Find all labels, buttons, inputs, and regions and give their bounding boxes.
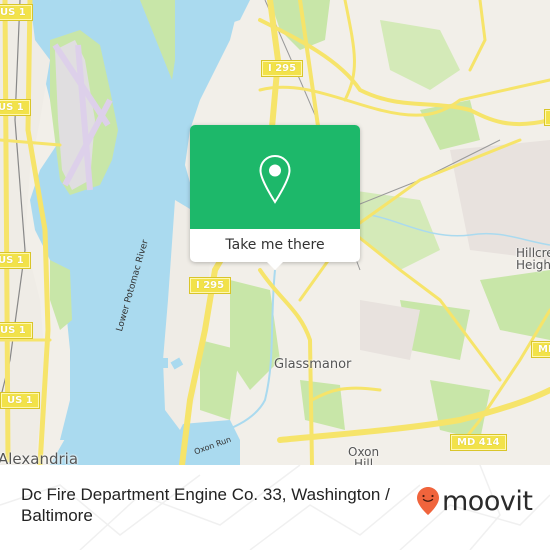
moovit-wordmark: moovit bbox=[442, 485, 533, 517]
us1-shield: US 1 bbox=[0, 322, 33, 339]
location-popup[interactable]: Take me there bbox=[190, 125, 360, 270]
popup-tail bbox=[267, 262, 283, 270]
map[interactable]: US 1 US 1 US 1 US 1 US 1 I 295 I 295 MD … bbox=[0, 0, 550, 465]
take-me-there-button[interactable]: Take me there bbox=[190, 229, 360, 262]
i295-shield: I 295 bbox=[188, 277, 232, 294]
moovit-logo[interactable]: moovit bbox=[416, 481, 533, 521]
place-label-glassmanor: Glassmanor bbox=[274, 357, 352, 372]
place-label-oxon-hill: Oxon Hill bbox=[348, 446, 379, 465]
place-label-line: Heights bbox=[516, 258, 550, 272]
us1-shield: US 1 bbox=[0, 4, 33, 21]
us1-shield: US 1 bbox=[0, 99, 31, 116]
location-pin-icon bbox=[259, 154, 291, 204]
place-label-hillcrest-heights: Hillcrest Heights bbox=[516, 247, 550, 271]
us1-shield: US 1 bbox=[0, 392, 40, 409]
md-shield: MD bbox=[543, 109, 550, 126]
us1-shield: US 1 bbox=[0, 252, 31, 269]
moovit-pin-logo-icon bbox=[417, 487, 439, 515]
location-title: Dc Fire Department Engine Co. 33, Washin… bbox=[21, 485, 390, 525]
footer: Dc Fire Department Engine Co. 33, Washin… bbox=[0, 465, 550, 550]
i295-shield: I 295 bbox=[260, 60, 304, 77]
place-label-alexandria: Alexandria bbox=[0, 450, 79, 465]
place-label-line: Hill bbox=[354, 457, 374, 465]
md-shield: MD bbox=[530, 341, 550, 358]
popup-header bbox=[190, 125, 360, 229]
md414-shield: MD 414 bbox=[450, 434, 507, 451]
